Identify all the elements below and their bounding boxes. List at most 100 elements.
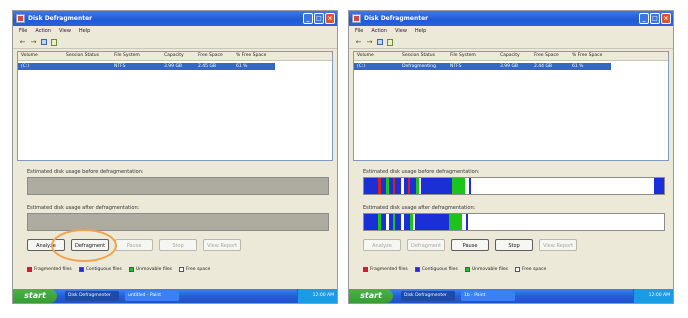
- taskbar-item-paint[interactable]: untitled - Paint: [125, 291, 179, 301]
- stop-button: Stop: [159, 239, 198, 251]
- forward-icon[interactable]: →: [30, 38, 37, 46]
- file-system-cell: NTFS: [114, 64, 126, 69]
- window-title: Disk Defragmenter: [28, 15, 93, 22]
- fragmented-swatch: [27, 267, 32, 272]
- unmovable-swatch: [128, 267, 134, 272]
- defragment-button: Defragment: [407, 239, 446, 251]
- capacity-cell: 3.99 GB: [500, 64, 519, 69]
- col-free-space[interactable]: Free Space: [534, 52, 559, 60]
- col-file-system[interactable]: File System: [450, 52, 476, 60]
- properties-icon[interactable]: [387, 38, 393, 46]
- col-capacity[interactable]: Capacity: [500, 52, 520, 60]
- volume-list: Volume Session Status File System Capaci…: [353, 51, 669, 161]
- defragment-highlight-ring: [51, 229, 117, 262]
- free-block: [468, 214, 654, 230]
- volume-row-selected[interactable]: (C:) NTFS 3.99 GB 2.45 GB 61 %: [18, 63, 276, 70]
- minimize-button[interactable]: _: [639, 13, 649, 24]
- maximize-button[interactable]: □: [650, 13, 660, 24]
- minimize-button[interactable]: _: [303, 13, 313, 24]
- legend-unmovable: Unmovable files: [471, 267, 509, 272]
- legend-fragmented: Fragmented files: [370, 267, 408, 272]
- defrag-window-before: Disk Defragmenter _ □ × File Action View…: [12, 10, 338, 304]
- pause-button: Pause: [115, 239, 154, 251]
- menu-file[interactable]: File: [355, 26, 363, 36]
- free-space-swatch: [515, 267, 521, 272]
- col-percent-free[interactable]: % Free Space: [236, 52, 266, 60]
- legend: Fragmented files Contiguous files Unmova…: [363, 267, 546, 272]
- toolbar: ← →: [349, 36, 673, 49]
- menu-action[interactable]: Action: [371, 26, 387, 36]
- free-space-cell: 2.44 GB: [534, 64, 553, 69]
- view-report-button: View Report: [203, 239, 242, 251]
- before-label: Estimated disk usage before defragmentat…: [27, 169, 144, 175]
- unmovable-block: [452, 178, 466, 194]
- menu-view[interactable]: View: [395, 26, 407, 36]
- title-bar: Disk Defragmenter _ □ ×: [13, 11, 337, 26]
- contiguous-block: [364, 214, 378, 230]
- percent-free-cell: 61 %: [572, 64, 584, 69]
- stop-button[interactable]: Stop: [495, 239, 534, 251]
- taskbar-item-defrag[interactable]: Disk Defragmenter: [65, 291, 119, 301]
- show-hide-tree-icon[interactable]: [41, 39, 47, 45]
- col-volume[interactable]: Volume: [357, 52, 374, 60]
- before-usage-bar: [27, 177, 329, 195]
- taskbar: start Disk Defragmenter 1b - Paint 12:00…: [349, 289, 673, 303]
- free-space-cell: 2.45 GB: [198, 64, 217, 69]
- system-tray-clock: 12:00 AM: [297, 289, 337, 303]
- volume-row-selected[interactable]: (C:) Defragmenting NTFS 3.99 GB 2.44 GB …: [354, 63, 612, 70]
- show-hide-tree-icon[interactable]: [377, 39, 383, 45]
- menu-bar: File Action View Help: [13, 26, 337, 36]
- back-icon[interactable]: ←: [355, 38, 362, 46]
- start-button[interactable]: start: [13, 289, 57, 303]
- menu-view[interactable]: View: [59, 26, 71, 36]
- menu-bar: File Action View Help: [349, 26, 673, 36]
- forward-icon[interactable]: →: [366, 38, 373, 46]
- toolbar: ← →: [13, 36, 337, 49]
- defrag-app-icon: [16, 14, 25, 23]
- list-header: Volume Session Status File System Capaci…: [354, 52, 668, 61]
- menu-action[interactable]: Action: [35, 26, 51, 36]
- contiguous-block: [420, 178, 453, 194]
- close-button[interactable]: ×: [661, 13, 671, 24]
- list-header: Volume Session Status File System Capaci…: [18, 52, 332, 61]
- legend-contiguous: Contiguous files: [85, 267, 122, 272]
- maximize-button[interactable]: □: [314, 13, 324, 24]
- legend: Fragmented files Contiguous files Unmova…: [27, 267, 210, 272]
- legend-fragmented: Fragmented files: [34, 267, 72, 272]
- legend-free-space: Free space: [186, 267, 211, 272]
- col-file-system[interactable]: File System: [114, 52, 140, 60]
- properties-icon[interactable]: [51, 38, 57, 46]
- legend-free-space: Free space: [522, 267, 547, 272]
- contiguous-swatch: [78, 267, 84, 272]
- taskbar: start Disk Defragmenter untitled - Paint…: [13, 289, 337, 303]
- after-usage-bar: [27, 213, 329, 231]
- col-volume[interactable]: Volume: [21, 52, 38, 60]
- menu-help[interactable]: Help: [415, 26, 426, 36]
- menu-file[interactable]: File: [19, 26, 27, 36]
- col-session-status[interactable]: Session Status: [66, 52, 99, 60]
- fragmented-swatch: [363, 267, 368, 272]
- menu-help[interactable]: Help: [79, 26, 90, 36]
- col-session-status[interactable]: Session Status: [402, 52, 435, 60]
- col-free-space[interactable]: Free Space: [198, 52, 223, 60]
- volume-cell: (C:): [21, 64, 30, 69]
- status-cell: Defragmenting: [402, 64, 437, 69]
- start-button[interactable]: start: [349, 289, 393, 303]
- before-label: Estimated disk usage before defragmentat…: [363, 169, 480, 175]
- pause-button[interactable]: Pause: [451, 239, 490, 251]
- volume-list: Volume Session Status File System Capaci…: [17, 51, 333, 161]
- free-space-swatch: [179, 267, 185, 272]
- after-label: Estimated disk usage after defragmentati…: [363, 205, 476, 211]
- action-buttons: Analyze Defragment Pause Stop View Repor…: [363, 239, 578, 251]
- contiguous-block: [654, 178, 664, 194]
- volume-cell: (C:): [357, 64, 366, 69]
- defrag-app-icon: [352, 14, 361, 23]
- analyze-button: Analyze: [363, 239, 401, 251]
- back-icon[interactable]: ←: [19, 38, 26, 46]
- contiguous-block: [415, 214, 449, 230]
- close-button[interactable]: ×: [325, 13, 335, 24]
- taskbar-item-defrag[interactable]: Disk Defragmenter: [401, 291, 455, 301]
- col-percent-free[interactable]: % Free Space: [572, 52, 602, 60]
- taskbar-item-paint[interactable]: 1b - Paint: [461, 291, 515, 301]
- col-capacity[interactable]: Capacity: [164, 52, 184, 60]
